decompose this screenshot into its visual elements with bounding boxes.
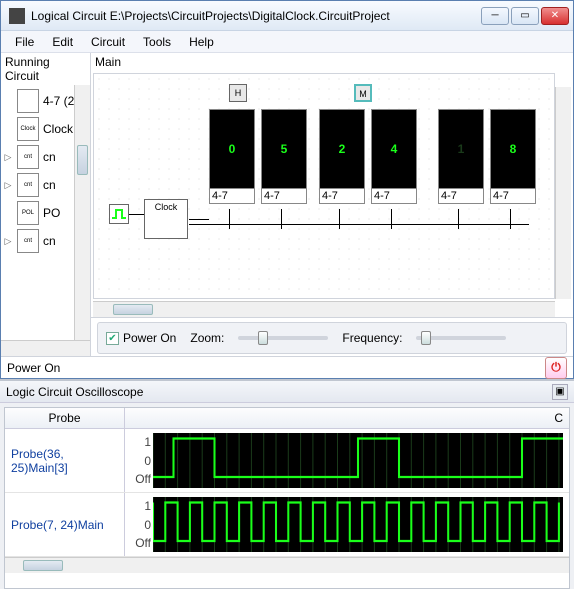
m-button[interactable]: M [354,84,372,102]
component-icon: POL [17,201,39,225]
seven-seg-display: 04-7 [209,109,255,204]
frequency-slider[interactable] [416,336,506,340]
circuit-tree[interactable]: 4-7 (2 ClockClock ▷cntcn ▷cntcn POLPO ▷c… [1,85,90,340]
waveform: 10Off [153,433,563,488]
component-icon: cnt [17,173,39,197]
close-button[interactable]: ✕ [541,7,569,25]
zoom-slider[interactable] [238,336,328,340]
oscilloscope-row: Probe(7, 24)Main 10Off [5,493,569,557]
component-icon: cnt [17,229,39,253]
component-icon: Clock [17,117,39,141]
seven-seg-display: 24-7 [319,109,365,204]
pulse-source[interactable] [109,204,129,224]
menu-file[interactable]: File [7,33,42,51]
oscilloscope-title: Logic Circuit Oscilloscope [6,385,143,399]
oscilloscope-hscrollbar[interactable] [5,557,569,573]
menu-circuit[interactable]: Circuit [83,33,133,51]
main-header: Main [91,53,573,71]
component-icon [17,89,39,113]
oscilloscope-header: Probe C [5,408,569,429]
oscilloscope-row: Probe(36, 25)Main[3] 10Off [5,429,569,493]
menu-help[interactable]: Help [181,33,222,51]
seven-seg-display: 84-7 [490,109,536,204]
menu-edit[interactable]: Edit [44,33,81,51]
minimize-button[interactable]: ─ [481,7,509,25]
expander-icon[interactable]: ▷ [3,180,13,191]
probe-name[interactable]: Probe(36, 25)Main[3] [5,429,125,492]
value-column-header[interactable]: C [125,408,569,428]
statusbar: Power On ⏻ [1,356,573,378]
waveform: 10Off [153,497,563,552]
canvas-hscrollbar[interactable] [93,301,555,317]
h-button[interactable]: H [229,84,247,102]
sidebar-vscrollbar[interactable] [74,85,90,340]
probe-column-header[interactable]: Probe [5,408,125,428]
power-button[interactable]: ⏻ [545,357,567,379]
canvas-vscrollbar[interactable] [555,87,571,299]
control-bar: ✔ Power On Zoom: Frequency: [97,322,567,354]
expander-icon[interactable]: ▷ [3,152,13,163]
zoom-label: Zoom: [190,331,224,345]
oscilloscope-close-button[interactable]: ▣ [552,384,568,400]
sidebar-header: Running Circuit [1,53,90,85]
component-icon: cnt [17,145,39,169]
sidebar: Running Circuit 4-7 (2 ClockClock ▷cntcn… [1,53,91,356]
seven-seg-display: 14-7 [438,109,484,204]
oscilloscope-panel: Logic Circuit Oscilloscope ▣ Probe C Pro… [0,379,574,589]
maximize-button[interactable]: ▭ [511,7,539,25]
probe-name[interactable]: Probe(7, 24)Main [5,493,125,556]
window-title: Logical Circuit E:\Projects\CircuitProje… [31,9,481,23]
sidebar-hscrollbar[interactable] [1,340,90,356]
app-icon [9,8,25,24]
circuit-canvas[interactable]: H M Clock 04-7 54-7 24-7 44-7 14-7 84-7 [93,73,555,299]
seven-seg-display: 54-7 [261,109,307,204]
status-text: Power On [7,361,60,375]
menubar: File Edit Circuit Tools Help [1,31,573,53]
clock-chip[interactable]: Clock [144,199,188,239]
checkbox-icon: ✔ [106,332,119,345]
power-checkbox[interactable]: ✔ Power On [106,331,176,345]
frequency-label: Frequency: [342,331,402,345]
menu-tools[interactable]: Tools [135,33,179,51]
expander-icon[interactable]: ▷ [3,236,13,247]
seven-seg-display: 44-7 [371,109,417,204]
titlebar: Logical Circuit E:\Projects\CircuitProje… [1,1,573,31]
